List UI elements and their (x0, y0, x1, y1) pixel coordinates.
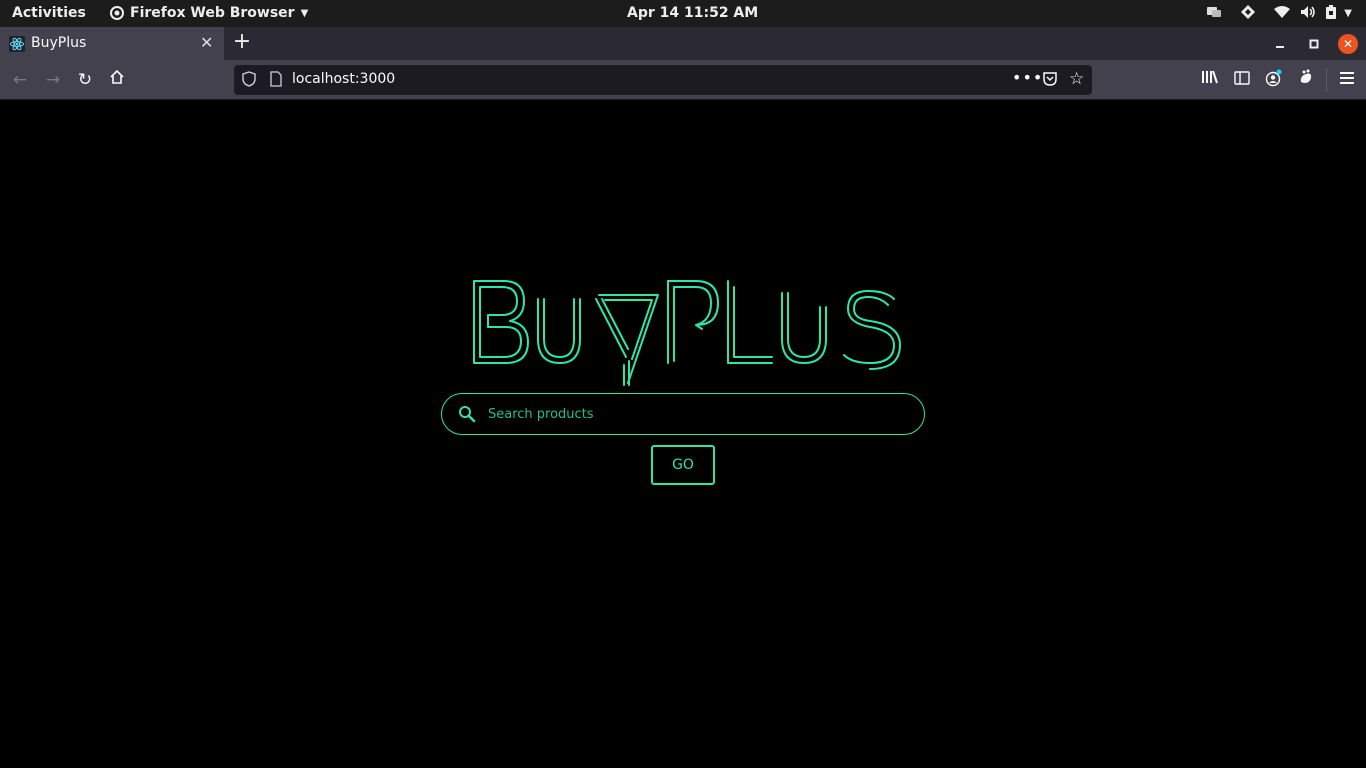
tab-strip: BuyPlus ✕ + ✕ (0, 27, 1366, 60)
search-bar[interactable] (441, 393, 925, 435)
react-icon (9, 36, 25, 52)
navigation-toolbar: ← → ↻ localhost:3000 ••• ☆ (0, 60, 1366, 100)
maximize-icon[interactable] (1304, 27, 1324, 60)
forward-icon[interactable]: → (42, 69, 64, 91)
chevron-down-icon: ▼ (300, 7, 309, 19)
go-button[interactable]: GO (651, 445, 715, 485)
address-bar[interactable]: localhost:3000 ••• ☆ (234, 65, 1092, 95)
battery-icon[interactable] (1326, 4, 1337, 23)
new-tab-icon[interactable]: + (232, 29, 252, 54)
search-input[interactable] (488, 402, 908, 426)
extension-icon[interactable] (1295, 69, 1317, 91)
bookmark-star-icon[interactable]: ☆ (1069, 69, 1084, 89)
close-tab-icon[interactable]: ✕ (200, 33, 213, 52)
back-icon[interactable]: ← (9, 69, 31, 91)
page-content: GO (0, 101, 1366, 768)
menu-icon[interactable] (1336, 69, 1358, 91)
volume-icon[interactable] (1300, 5, 1316, 23)
tab-title: BuyPlus (31, 35, 87, 51)
account-icon[interactable] (1263, 69, 1285, 91)
library-icon[interactable] (1199, 69, 1221, 91)
reload-icon[interactable]: ↻ (74, 69, 96, 91)
system-tray[interactable]: ▼ (1206, 0, 1366, 27)
app-name: Firefox Web Browser (130, 5, 295, 21)
search-icon (459, 406, 476, 423)
sidebar-icon[interactable] (1231, 69, 1253, 91)
buyplus-logo (473, 280, 901, 386)
window-close-icon[interactable]: ✕ (1338, 34, 1358, 54)
page-actions-icon[interactable]: ••• (1012, 68, 1043, 87)
diamond-icon[interactable] (1240, 4, 1256, 24)
shield-icon[interactable] (242, 71, 256, 91)
app-menu[interactable]: Firefox Web Browser ▼ (110, 5, 308, 21)
home-icon[interactable] (106, 69, 128, 91)
system-top-bar: Activities Firefox Web Browser ▼ Apr 14 … (0, 0, 1366, 27)
clock[interactable]: Apr 14 11:52 AM (627, 5, 758, 21)
url-text[interactable]: localhost:3000 (292, 71, 395, 87)
tab-buyplus[interactable]: BuyPlus ✕ (0, 27, 224, 60)
display-settings-icon[interactable] (1206, 5, 1222, 23)
firefox-icon (110, 6, 124, 20)
activities-button[interactable]: Activities (12, 5, 86, 21)
toolbar-separator (1326, 68, 1327, 92)
wifi-icon[interactable] (1274, 5, 1291, 23)
chevron-down-icon[interactable]: ▼ (1344, 8, 1352, 19)
page-icon[interactable] (270, 71, 282, 91)
minimize-icon[interactable] (1270, 27, 1290, 60)
pocket-icon[interactable] (1042, 71, 1058, 91)
